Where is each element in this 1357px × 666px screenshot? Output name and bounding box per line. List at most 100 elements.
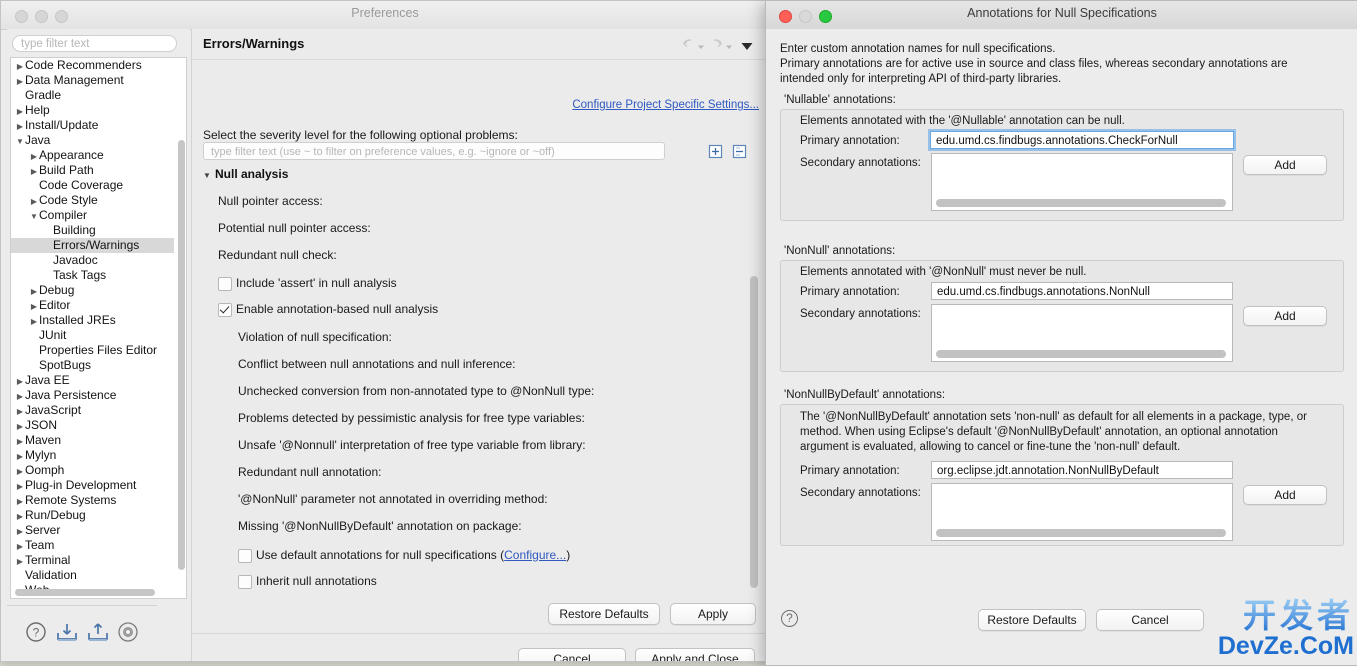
collapse-all-icon[interactable] bbox=[732, 144, 747, 159]
sidebar-item-java-persistence[interactable]: ▶Java Persistence bbox=[11, 388, 174, 403]
chevron-right-icon[interactable]: ▶ bbox=[15, 524, 25, 539]
include-assert-in-null-analysis-row[interactable]: Include 'assert' in null analysis bbox=[192, 273, 769, 293]
sidebar-item-errors-warnings[interactable]: Errors/Warnings bbox=[11, 238, 174, 253]
sidebar-item-junit[interactable]: JUnit bbox=[11, 328, 174, 343]
preferences-tree[interactable]: ▶Code Recommenders▶Data ManagementGradle… bbox=[10, 57, 187, 599]
chevron-right-icon[interactable]: ▶ bbox=[15, 119, 25, 134]
chevron-right-icon[interactable]: ▶ bbox=[29, 164, 39, 179]
cancel-button[interactable]: Cancel bbox=[518, 648, 626, 662]
enable-annotation-based-null-analysis-checkbox[interactable] bbox=[218, 303, 232, 317]
nonnull-secondary-list[interactable] bbox=[931, 304, 1233, 362]
nullable-secondary-list[interactable] bbox=[931, 153, 1233, 211]
apply-and-close-button[interactable]: Apply and Close bbox=[635, 648, 755, 662]
sidebar-item-team[interactable]: ▶Team bbox=[11, 538, 174, 553]
chevron-right-icon[interactable]: ▶ bbox=[15, 59, 25, 74]
chevron-right-icon[interactable]: ▶ bbox=[29, 284, 39, 299]
sidebar-item-run-debug[interactable]: ▶Run/Debug bbox=[11, 508, 174, 523]
sidebar-item-build-path[interactable]: ▶Build Path bbox=[11, 163, 174, 178]
inherit-null-annotations-row[interactable]: Inherit null annotations bbox=[192, 571, 769, 591]
chevron-right-icon[interactable]: ▶ bbox=[15, 539, 25, 554]
nonnullbydefault-primary-input[interactable]: org.eclipse.jdt.annotation.NonNullByDefa… bbox=[931, 461, 1233, 479]
sidebar-item-code-coverage[interactable]: Code Coverage bbox=[11, 178, 174, 193]
include-assert-in-null-analysis-checkbox[interactable] bbox=[218, 277, 232, 291]
sidebar-item-help[interactable]: ▶Help bbox=[11, 103, 174, 118]
chevron-right-icon[interactable]: ▶ bbox=[15, 74, 25, 89]
chevron-right-icon[interactable]: ▶ bbox=[15, 494, 25, 509]
use-default-annotations-for-null-specifications-checkbox[interactable] bbox=[238, 549, 252, 563]
chevron-right-icon[interactable]: ▶ bbox=[15, 104, 25, 119]
sidebar-item-editor[interactable]: ▶Editor bbox=[11, 298, 174, 313]
chevron-right-icon[interactable]: ▶ bbox=[29, 299, 39, 314]
configure-project-specific-settings-link[interactable]: Configure Project Specific Settings... bbox=[572, 99, 759, 111]
tree-horizontal-scrollbar[interactable] bbox=[15, 589, 181, 596]
chevron-down-icon[interactable]: ▼ bbox=[203, 171, 215, 180]
sidebar-item-javascript[interactable]: ▶JavaScript bbox=[11, 403, 174, 418]
configure-link[interactable]: Configure... bbox=[504, 548, 566, 562]
sidebar-item-properties-files-editor[interactable]: Properties Files Editor bbox=[11, 343, 174, 358]
back-dropdown-icon[interactable] bbox=[697, 40, 705, 54]
chevron-right-icon[interactable]: ▶ bbox=[15, 554, 25, 569]
dialog-restore-defaults-button[interactable]: Restore Defaults bbox=[978, 609, 1086, 631]
expand-all-icon[interactable] bbox=[708, 144, 723, 159]
back-icon[interactable] bbox=[681, 37, 696, 54]
forward-dropdown-icon[interactable] bbox=[725, 40, 733, 54]
sidebar-item-terminal[interactable]: ▶Terminal bbox=[11, 553, 174, 568]
dialog-cancel-button[interactable]: Cancel bbox=[1096, 609, 1204, 631]
sidebar-item-server[interactable]: ▶Server bbox=[11, 523, 174, 538]
null-analysis-group-header[interactable]: ▼Null analysis bbox=[203, 167, 288, 181]
sidebar-item-spotbugs[interactable]: SpotBugs bbox=[11, 358, 174, 373]
chevron-right-icon[interactable]: ▶ bbox=[15, 404, 25, 419]
gear-icon[interactable] bbox=[116, 620, 140, 644]
chevron-right-icon[interactable]: ▶ bbox=[15, 419, 25, 434]
import-icon[interactable] bbox=[55, 620, 79, 644]
chevron-right-icon[interactable]: ▶ bbox=[15, 389, 25, 404]
view-menu-icon[interactable] bbox=[741, 40, 753, 54]
sidebar-item-java-ee[interactable]: ▶Java EE bbox=[11, 373, 174, 388]
sidebar-item-javadoc[interactable]: Javadoc bbox=[11, 253, 174, 268]
chevron-right-icon[interactable]: ▶ bbox=[15, 464, 25, 479]
sidebar-item-plug-in-development[interactable]: ▶Plug-in Development bbox=[11, 478, 174, 493]
export-icon[interactable] bbox=[86, 620, 110, 644]
sidebar-item-java[interactable]: ▼Java bbox=[11, 133, 174, 148]
chevron-right-icon[interactable]: ▶ bbox=[29, 314, 39, 329]
severity-filter-input[interactable]: type filter text (use ~ to filter on pre… bbox=[203, 142, 665, 160]
help-icon[interactable]: ? bbox=[24, 620, 48, 644]
sidebar-item-installed-jres[interactable]: ▶Installed JREs bbox=[11, 313, 174, 328]
sidebar-item-task-tags[interactable]: Task Tags bbox=[11, 268, 174, 283]
chevron-down-icon[interactable]: ▼ bbox=[29, 209, 39, 224]
nonnullbydefault-secondary-list[interactable] bbox=[931, 483, 1233, 541]
nonnull-primary-input[interactable]: edu.umd.cs.findbugs.annotations.NonNull bbox=[931, 282, 1233, 300]
nullable-add-button[interactable]: Add bbox=[1243, 155, 1327, 175]
sidebar-item-building[interactable]: Building bbox=[11, 223, 174, 238]
sidebar-item-oomph[interactable]: ▶Oomph bbox=[11, 463, 174, 478]
restore-defaults-button[interactable]: Restore Defaults bbox=[548, 603, 660, 625]
nonnullbydefault-add-button[interactable]: Add bbox=[1243, 485, 1327, 505]
options-vertical-scrollbar[interactable] bbox=[750, 151, 758, 594]
nullable-primary-input[interactable]: edu.umd.cs.findbugs.annotations.CheckFor… bbox=[930, 131, 1234, 149]
sidebar-item-json[interactable]: ▶JSON bbox=[11, 418, 174, 433]
inherit-null-annotations-checkbox[interactable] bbox=[238, 575, 252, 589]
sidebar-item-gradle[interactable]: Gradle bbox=[11, 88, 174, 103]
sidebar-item-maven[interactable]: ▶Maven bbox=[11, 433, 174, 448]
chevron-right-icon[interactable]: ▶ bbox=[15, 374, 25, 389]
nonnull-add-button[interactable]: Add bbox=[1243, 306, 1327, 326]
use-default-annotations-for-null-specifications-row[interactable]: Use default annotations for null specifi… bbox=[192, 545, 769, 565]
help-icon[interactable]: ? bbox=[781, 610, 798, 627]
chevron-right-icon[interactable]: ▶ bbox=[29, 194, 39, 209]
apply-button[interactable]: Apply bbox=[670, 603, 756, 625]
sidebar-item-validation[interactable]: Validation bbox=[11, 568, 174, 583]
sidebar-item-code-style[interactable]: ▶Code Style bbox=[11, 193, 174, 208]
sidebar-item-data-management[interactable]: ▶Data Management bbox=[11, 73, 174, 88]
tree-vertical-scrollbar[interactable] bbox=[178, 60, 185, 596]
chevron-down-icon[interactable]: ▼ bbox=[15, 134, 25, 149]
sidebar-item-appearance[interactable]: ▶Appearance bbox=[11, 148, 174, 163]
chevron-right-icon[interactable]: ▶ bbox=[15, 449, 25, 464]
forward-icon[interactable] bbox=[709, 37, 724, 54]
sidebar-item-debug[interactable]: ▶Debug bbox=[11, 283, 174, 298]
sidebar-item-compiler[interactable]: ▼Compiler bbox=[11, 208, 174, 223]
chevron-right-icon[interactable]: ▶ bbox=[29, 149, 39, 164]
chevron-right-icon[interactable]: ▶ bbox=[15, 434, 25, 449]
sidebar-item-mylyn[interactable]: ▶Mylyn bbox=[11, 448, 174, 463]
sidebar-item-remote-systems[interactable]: ▶Remote Systems bbox=[11, 493, 174, 508]
chevron-right-icon[interactable]: ▶ bbox=[15, 509, 25, 524]
